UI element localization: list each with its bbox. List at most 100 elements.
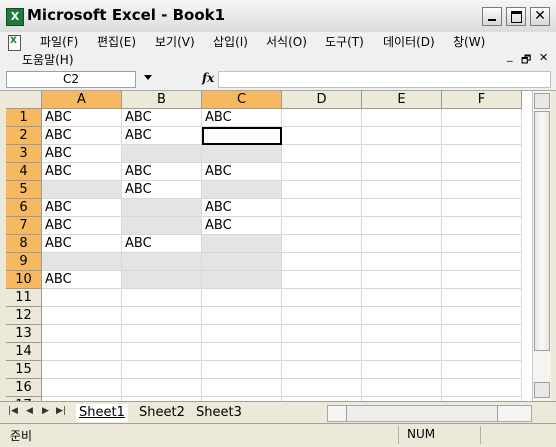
menu-edit[interactable]: 편집(E)	[97, 33, 136, 50]
cell-c11[interactable]	[202, 289, 282, 307]
cell-a16[interactable]	[42, 379, 122, 397]
cell-c10[interactable]	[202, 271, 282, 289]
cell-f12[interactable]	[442, 307, 522, 325]
cell-a14[interactable]	[42, 343, 122, 361]
cell-d15[interactable]	[282, 361, 362, 379]
cell-f9[interactable]	[442, 253, 522, 271]
cell-f3[interactable]	[442, 145, 522, 163]
cell-d4[interactable]	[282, 163, 362, 181]
cell-f2[interactable]	[442, 127, 522, 145]
cell-f1[interactable]	[442, 109, 522, 127]
cell-d13[interactable]	[282, 325, 362, 343]
cell-e8[interactable]	[362, 235, 442, 253]
menu-insert[interactable]: 삽입(I)	[213, 33, 248, 50]
cell-e9[interactable]	[362, 253, 442, 271]
horizontal-scroll-thumb[interactable]	[346, 406, 498, 421]
cell-b1[interactable]: ABC	[122, 109, 202, 127]
row-header-16[interactable]: 16	[6, 379, 42, 397]
cell-e14[interactable]	[362, 343, 442, 361]
cell-c8[interactable]	[202, 235, 282, 253]
column-header-e[interactable]: E	[362, 91, 442, 109]
cell-b3[interactable]	[122, 145, 202, 163]
formula-input[interactable]	[218, 71, 551, 88]
cell-b6[interactable]	[122, 199, 202, 217]
prev-sheet-icon[interactable]: ◀	[26, 406, 33, 416]
cell-b14[interactable]	[122, 343, 202, 361]
excel-icon[interactable]: X	[6, 8, 24, 26]
next-sheet-icon[interactable]: ▶	[42, 406, 49, 416]
first-sheet-icon[interactable]: |◀	[8, 406, 18, 416]
cell-c15[interactable]	[202, 361, 282, 379]
cell-b9[interactable]	[122, 253, 202, 271]
scroll-down-button[interactable]	[534, 382, 550, 398]
scroll-up-button[interactable]	[534, 93, 550, 109]
cell-a1[interactable]: ABC	[42, 109, 122, 127]
row-header-5[interactable]: 5	[6, 181, 42, 199]
cell-d16[interactable]	[282, 379, 362, 397]
cell-f6[interactable]	[442, 199, 522, 217]
cell-e15[interactable]	[362, 361, 442, 379]
cell-a15[interactable]	[42, 361, 122, 379]
horizontal-scrollbar[interactable]	[327, 405, 532, 422]
menu-format[interactable]: 서식(O)	[266, 33, 307, 50]
menu-help[interactable]: 도움말(H)	[22, 51, 74, 68]
cell-d6[interactable]	[282, 199, 362, 217]
cell-a2[interactable]: ABC	[42, 127, 122, 145]
cell-b7[interactable]	[122, 217, 202, 235]
cell-a4[interactable]: ABC	[42, 163, 122, 181]
column-header-c[interactable]: C	[202, 91, 282, 109]
select-all-corner[interactable]	[6, 91, 42, 109]
vertical-scrollbar[interactable]	[532, 91, 551, 401]
cell-b11[interactable]	[122, 289, 202, 307]
cell-b16[interactable]	[122, 379, 202, 397]
cell-d8[interactable]	[282, 235, 362, 253]
row-header-4[interactable]: 4	[6, 163, 42, 181]
cell-b13[interactable]	[122, 325, 202, 343]
cell-d11[interactable]	[282, 289, 362, 307]
row-header-6[interactable]: 6	[6, 199, 42, 217]
cell-c12[interactable]	[202, 307, 282, 325]
cell-d12[interactable]	[282, 307, 362, 325]
cell-d9[interactable]	[282, 253, 362, 271]
row-header-13[interactable]: 13	[6, 325, 42, 343]
cell-e3[interactable]	[362, 145, 442, 163]
insert-function-icon[interactable]: fx	[202, 71, 214, 85]
doc-close-button[interactable]: ✕	[539, 51, 548, 64]
cell-c6[interactable]: ABC	[202, 199, 282, 217]
cell-b15[interactable]	[122, 361, 202, 379]
cell-b2[interactable]: ABC	[122, 127, 202, 145]
cell-d2[interactable]	[282, 127, 362, 145]
cell-f13[interactable]	[442, 325, 522, 343]
last-sheet-icon[interactable]: ▶|	[56, 406, 66, 416]
cell-d10[interactable]	[282, 271, 362, 289]
row-header-3[interactable]: 3	[6, 145, 42, 163]
cell-e10[interactable]	[362, 271, 442, 289]
cell-e12[interactable]	[362, 307, 442, 325]
tab-sheet1[interactable]: Sheet1	[76, 404, 128, 422]
cell-e13[interactable]	[362, 325, 442, 343]
cell-c16[interactable]	[202, 379, 282, 397]
cell-f8[interactable]	[442, 235, 522, 253]
cell-f5[interactable]	[442, 181, 522, 199]
chevron-down-icon[interactable]	[144, 75, 152, 80]
row-header-15[interactable]: 15	[6, 361, 42, 379]
cell-a11[interactable]	[42, 289, 122, 307]
cell-c2[interactable]	[202, 127, 282, 145]
cell-d7[interactable]	[282, 217, 362, 235]
tab-sheet3[interactable]: Sheet3	[196, 404, 242, 422]
workbook-icon[interactable]	[8, 35, 21, 51]
cell-b4[interactable]: ABC	[122, 163, 202, 181]
cell-e2[interactable]	[362, 127, 442, 145]
menu-tools[interactable]: 도구(T)	[325, 33, 364, 50]
cell-e6[interactable]	[362, 199, 442, 217]
doc-minimize-button[interactable]: _	[507, 49, 513, 62]
row-header-1[interactable]: 1	[6, 109, 42, 127]
cell-b8[interactable]: ABC	[122, 235, 202, 253]
cell-d14[interactable]	[282, 343, 362, 361]
vertical-scroll-thumb[interactable]	[534, 111, 550, 351]
cell-f16[interactable]	[442, 379, 522, 397]
column-header-f[interactable]: F	[442, 91, 522, 109]
maximize-button[interactable]	[506, 7, 526, 26]
cell-a10[interactable]: ABC	[42, 271, 122, 289]
cell-a12[interactable]	[42, 307, 122, 325]
